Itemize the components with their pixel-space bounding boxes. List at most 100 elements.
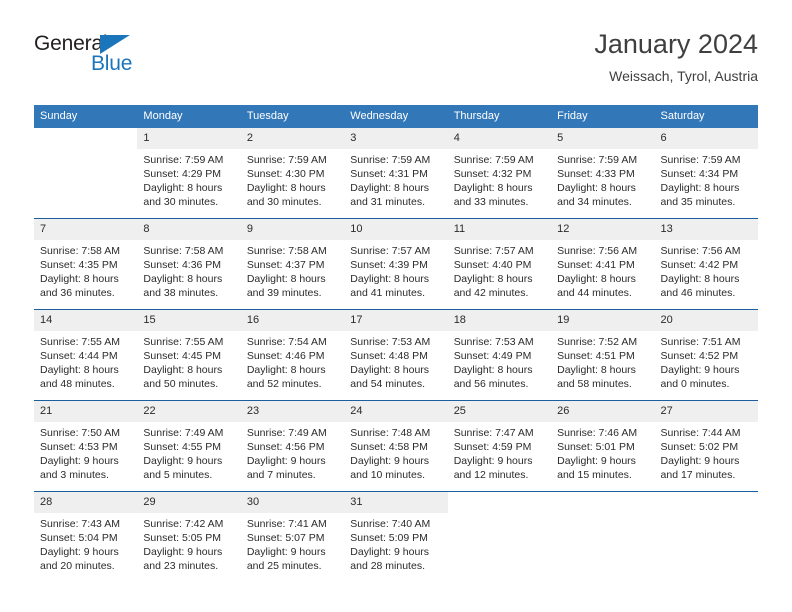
calendar-day-cell[interactable]: 16 Sunrise: 7:54 AM Sunset: 4:46 PM Dayligh… — [240, 309, 345, 401]
daylight-text-cont: and 30 minutes. — [246, 196, 322, 208]
calendar-day-cell[interactable]: 26 Sunrise: 7:46 AM Sunset: 5:01 PM Dayligh… — [551, 400, 655, 492]
day-number: 11 — [447, 219, 552, 240]
calendar-day-cell[interactable]: 22 Sunrise: 7:49 AM Sunset: 4:55 PM Dayligh… — [137, 400, 241, 492]
sunrise-text: Sunrise: 7:56 AM — [660, 245, 741, 257]
sunrise-text: Sunrise: 7:46 AM — [557, 427, 638, 439]
daylight-text-cont: and 34 minutes. — [557, 196, 632, 208]
daylight-text: Daylight: 9 hours — [350, 546, 430, 558]
day-sun-details: Sunrise: 7:43 AM Sunset: 5:04 PM Daylight:… — [34, 513, 137, 573]
calendar-day-cell[interactable]: 18 Sunrise: 7:53 AM Sunset: 4:49 PM Dayligh… — [447, 309, 552, 401]
calendar-day-cell[interactable]: 2 Sunrise: 7:59 AM Sunset: 4:30 PM Daylight… — [240, 128, 345, 219]
day-sun-details: Sunrise: 7:59 AM Sunset: 4:34 PM Daylight:… — [655, 149, 758, 209]
sunrise-text: Sunrise: 7:59 AM — [350, 154, 431, 166]
calendar-day-cell[interactable]: 12 Sunrise: 7:56 AM Sunset: 4:41 PM Dayligh… — [551, 218, 655, 310]
day-number: 13 — [654, 219, 758, 240]
daylight-text: Daylight: 8 hours — [557, 273, 636, 285]
calendar-day-cell[interactable]: 30 Sunrise: 7:41 AM Sunset: 5:07 PM Dayligh… — [240, 491, 345, 582]
daylight-text-cont: and 28 minutes. — [350, 560, 425, 572]
day-number: 15 — [137, 310, 241, 331]
sunrise-text: Sunrise: 7:51 AM — [660, 336, 741, 348]
day-cell-content — [655, 492, 758, 582]
day-cell-content: 8 Sunrise: 7:58 AM Sunset: 4:36 PM Daylight… — [137, 219, 241, 309]
day-number: 3 — [344, 128, 448, 149]
sunrise-text: Sunrise: 7:49 AM — [246, 427, 327, 439]
day-cell-content: 5 Sunrise: 7:59 AM Sunset: 4:33 PM Daylight… — [551, 128, 655, 218]
daylight-text-cont: and 17 minutes. — [660, 469, 736, 481]
day-number: 4 — [447, 128, 552, 149]
calendar-day-cell[interactable]: 28 Sunrise: 7:43 AM Sunset: 5:04 PM Dayligh… — [34, 491, 138, 582]
day-sun-details: Sunrise: 7:58 AM Sunset: 4:37 PM Daylight:… — [241, 240, 344, 300]
calendar-day-cell[interactable]: 15 Sunrise: 7:55 AM Sunset: 4:45 PM Dayligh… — [137, 309, 241, 401]
daylight-text: Daylight: 8 hours — [40, 273, 119, 285]
sunrise-text: Sunrise: 7:59 AM — [660, 154, 741, 166]
daylight-text: Daylight: 8 hours — [557, 364, 636, 376]
calendar-day-cell[interactable]: 1 Sunrise: 7:59 AM Sunset: 4:29 PM Daylight… — [137, 128, 241, 219]
sunrise-text: Sunrise: 7:56 AM — [557, 245, 638, 257]
daylight-text: Daylight: 8 hours — [246, 273, 326, 285]
day-cell-content: 2 Sunrise: 7:59 AM Sunset: 4:30 PM Daylight… — [240, 128, 345, 218]
sunrise-text: Sunrise: 7:55 AM — [143, 336, 224, 348]
logo-text-blue: Blue — [91, 52, 133, 75]
day-cell-content: 12 Sunrise: 7:56 AM Sunset: 4:41 PM Dayligh… — [551, 219, 655, 309]
daylight-text: Daylight: 9 hours — [350, 455, 430, 467]
calendar-week-row: 1 Sunrise: 7:59 AM Sunset: 4:29 PM Daylight… — [34, 128, 758, 219]
calendar-day-cell[interactable]: 8 Sunrise: 7:58 AM Sunset: 4:36 PM Daylight… — [137, 218, 241, 310]
daylight-text: Daylight: 8 hours — [350, 273, 430, 285]
sunset-text: Sunset: 5:02 PM — [660, 441, 739, 453]
day-number — [655, 492, 758, 513]
daylight-text: Daylight: 9 hours — [40, 455, 119, 467]
calendar-day-cell[interactable]: 14 Sunrise: 7:55 AM Sunset: 4:44 PM Dayligh… — [34, 309, 138, 401]
sunrise-text: Sunrise: 7:54 AM — [246, 336, 327, 348]
calendar-day-cell[interactable]: 27 Sunrise: 7:44 AM Sunset: 5:02 PM Dayligh… — [654, 400, 758, 492]
calendar-day-cell[interactable]: 7 Sunrise: 7:58 AM Sunset: 4:35 PM Daylight… — [34, 218, 138, 310]
day-number: 21 — [34, 401, 138, 422]
sunset-text: Sunset: 4:56 PM — [246, 441, 325, 453]
calendar-day-cell[interactable]: 21 Sunrise: 7:50 AM Sunset: 4:53 PM Dayligh… — [34, 400, 138, 492]
calendar-day-cell[interactable]: 3 Sunrise: 7:59 AM Sunset: 4:31 PM Daylight… — [344, 128, 448, 219]
calendar-day-cell[interactable]: 5 Sunrise: 7:59 AM Sunset: 4:33 PM Daylight… — [551, 128, 655, 219]
day-sun-details: Sunrise: 7:59 AM Sunset: 4:29 PM Daylight:… — [137, 149, 240, 209]
day-sun-details: Sunrise: 7:48 AM Sunset: 4:58 PM Daylight:… — [344, 422, 447, 482]
daylight-text: Daylight: 8 hours — [350, 182, 430, 194]
daylight-text: Daylight: 8 hours — [143, 364, 223, 376]
day-number: 7 — [34, 219, 138, 240]
sunset-text: Sunset: 4:35 PM — [40, 259, 118, 271]
calendar-day-cell[interactable]: 24 Sunrise: 7:48 AM Sunset: 4:58 PM Dayligh… — [344, 400, 448, 492]
daylight-text: Daylight: 8 hours — [143, 273, 223, 285]
calendar-day-cell[interactable]: 9 Sunrise: 7:58 AM Sunset: 4:37 PM Daylight… — [240, 218, 345, 310]
day-sun-details: Sunrise: 7:46 AM Sunset: 5:01 PM Daylight:… — [551, 422, 654, 482]
calendar-day-cell[interactable]: 23 Sunrise: 7:49 AM Sunset: 4:56 PM Dayligh… — [240, 400, 345, 492]
day-cell-content: 20 Sunrise: 7:51 AM Sunset: 4:52 PM Dayligh… — [654, 310, 758, 400]
day-cell-content: 29 Sunrise: 7:42 AM Sunset: 5:05 PM Dayligh… — [137, 492, 241, 582]
calendar-day-cell[interactable]: 11 Sunrise: 7:57 AM Sunset: 4:40 PM Dayligh… — [447, 218, 552, 310]
sunrise-text: Sunrise: 7:53 AM — [350, 336, 431, 348]
day-number: 28 — [34, 492, 138, 513]
calendar-day-cell[interactable]: 13 Sunrise: 7:56 AM Sunset: 4:42 PM Dayligh… — [654, 218, 758, 310]
calendar-day-cell[interactable]: 31 Sunrise: 7:40 AM Sunset: 5:09 PM Dayligh… — [344, 491, 448, 582]
calendar-day-cell[interactable]: 4 Sunrise: 7:59 AM Sunset: 4:32 PM Daylight… — [447, 128, 552, 219]
daylight-text-cont: and 46 minutes. — [660, 287, 736, 299]
day-number: 22 — [137, 401, 241, 422]
sunrise-text: Sunrise: 7:42 AM — [143, 518, 224, 530]
daylight-text: Daylight: 8 hours — [143, 182, 223, 194]
sunset-text: Sunset: 4:49 PM — [453, 350, 532, 362]
calendar-week-row: 14 Sunrise: 7:55 AM Sunset: 4:44 PM Dayligh… — [34, 309, 758, 401]
calendar-day-cell[interactable]: 25 Sunrise: 7:47 AM Sunset: 4:59 PM Dayligh… — [447, 400, 552, 492]
weekday-header-thursday: Thursday — [447, 105, 552, 128]
calendar-empty-cell — [34, 128, 137, 219]
day-cell-content: 11 Sunrise: 7:57 AM Sunset: 4:40 PM Dayligh… — [447, 219, 552, 309]
calendar-day-cell[interactable]: 10 Sunrise: 7:57 AM Sunset: 4:39 PM Dayligh… — [344, 218, 448, 310]
daylight-text: Daylight: 9 hours — [660, 364, 740, 376]
calendar-day-cell[interactable]: 17 Sunrise: 7:53 AM Sunset: 4:48 PM Dayligh… — [344, 309, 448, 401]
calendar-day-cell[interactable]: 19 Sunrise: 7:52 AM Sunset: 4:51 PM Dayligh… — [551, 309, 655, 401]
calendar-day-cell[interactable]: 6 Sunrise: 7:59 AM Sunset: 4:34 PM Daylight… — [654, 128, 758, 219]
calendar-day-cell[interactable]: 29 Sunrise: 7:42 AM Sunset: 5:05 PM Dayligh… — [137, 491, 241, 582]
calendar-day-cell[interactable]: 20 Sunrise: 7:51 AM Sunset: 4:52 PM Dayligh… — [654, 309, 758, 401]
calendar-week-row: 28 Sunrise: 7:43 AM Sunset: 5:04 PM Dayligh… — [34, 491, 758, 582]
day-number — [551, 492, 654, 513]
daylight-text-cont: and 12 minutes. — [453, 469, 529, 481]
daylight-text: Daylight: 8 hours — [350, 364, 430, 376]
sunrise-text: Sunrise: 7:50 AM — [40, 427, 120, 439]
sunrise-text: Sunrise: 7:43 AM — [40, 518, 120, 530]
day-sun-details: Sunrise: 7:59 AM Sunset: 4:32 PM Daylight:… — [448, 149, 551, 209]
